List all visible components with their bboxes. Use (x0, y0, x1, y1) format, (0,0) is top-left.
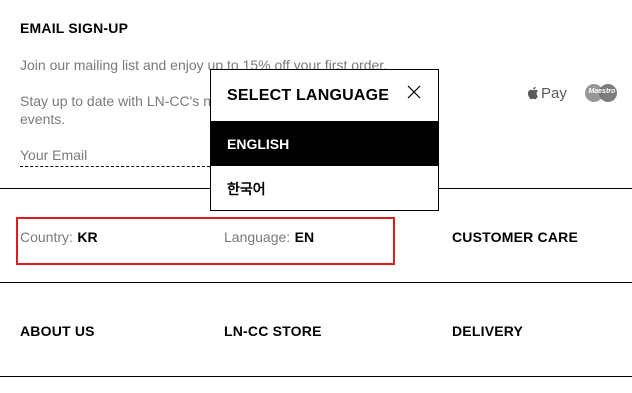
newsletter-description-2: Stay up to date with LN-CC's n (20, 93, 211, 109)
footer-link-customer-care[interactable]: CUSTOMER CARE (452, 229, 578, 245)
newsletter-description-3: events. (20, 111, 66, 127)
language-option-english[interactable]: ENGLISH (211, 121, 438, 166)
divider (0, 376, 632, 377)
apple-logo-icon (527, 86, 538, 100)
maestro-icon: Maestro (584, 84, 617, 102)
maestro-label: Maestro (588, 88, 616, 95)
footer-link-delivery[interactable]: DELIVERY (452, 323, 523, 339)
language-modal: SELECT LANGUAGE ENGLISH 한국어 (210, 69, 439, 211)
highlight-box (16, 217, 395, 265)
footer-link-about-us[interactable]: ABOUT US (20, 323, 95, 339)
modal-title: SELECT LANGUAGE (227, 87, 390, 104)
close-icon[interactable] (406, 84, 422, 100)
apple-pay-icon: Pay (527, 85, 567, 102)
footer-link-store[interactable]: LN-CC STORE (224, 323, 322, 339)
divider (0, 282, 632, 283)
email-field[interactable] (20, 144, 210, 167)
payment-methods: Pay Maestro V (527, 84, 632, 102)
newsletter-title: EMAIL SIGN-UP (20, 20, 129, 36)
language-option-korean[interactable]: 한국어 (211, 166, 438, 211)
apple-pay-label: Pay (541, 84, 567, 102)
